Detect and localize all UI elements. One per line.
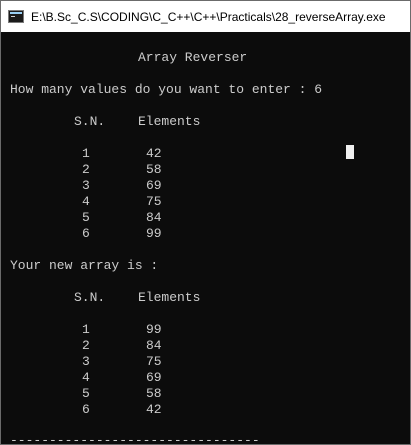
count-prompt: How many values do you want to enter : 6 (10, 82, 323, 97)
output-row-value: 75 (146, 354, 162, 369)
input-sn-header: S.N. (74, 114, 106, 129)
input-row-value: 99 (146, 226, 162, 241)
input-row-sn: 2 (82, 162, 90, 177)
console-window[interactable]: E:\B.Sc_C.S\CODING\C_C++\C++\Practicals\… (0, 0, 411, 445)
output-row-value: 42 (146, 402, 162, 417)
text-cursor (346, 145, 354, 159)
result-label: Your new array is : (10, 258, 159, 273)
input-row-value: 42 (146, 146, 162, 161)
input-row-value: 69 (146, 178, 162, 193)
input-row-value: 75 (146, 194, 162, 209)
input-elements-header: Elements (138, 114, 201, 129)
console-output[interactable]: Array Reverser How many values do you wa… (1, 32, 410, 445)
output-row-value: 69 (146, 370, 162, 385)
title-bar[interactable]: E:\B.Sc_C.S\CODING\C_C++\C++\Practicals\… (1, 1, 410, 32)
input-row-value: 84 (146, 210, 162, 225)
output-row-value: 84 (146, 338, 162, 353)
input-row-sn: 4 (82, 194, 90, 209)
separator-line: -------------------------------- (10, 433, 260, 445)
output-row-sn: 3 (82, 354, 90, 369)
input-row-sn: 1 (82, 146, 90, 161)
input-row-sn: 5 (82, 210, 90, 225)
input-row-value: 58 (146, 162, 162, 177)
output-row-sn: 4 (82, 370, 90, 385)
input-row-sn: 6 (82, 226, 90, 241)
output-row-sn: 5 (82, 386, 90, 401)
output-sn-header: S.N. (74, 290, 106, 305)
output-elements-header: Elements (138, 290, 201, 305)
program-heading: Array Reverser (138, 50, 248, 65)
input-row-sn: 3 (82, 178, 90, 193)
output-row-sn: 1 (82, 322, 90, 337)
output-row-sn: 6 (82, 402, 90, 417)
output-row-sn: 2 (82, 338, 90, 353)
output-row-value: 99 (146, 322, 162, 337)
window-title: E:\B.Sc_C.S\CODING\C_C++\C++\Practicals\… (31, 9, 386, 24)
output-row-value: 58 (146, 386, 162, 401)
console-app-icon (8, 10, 24, 23)
